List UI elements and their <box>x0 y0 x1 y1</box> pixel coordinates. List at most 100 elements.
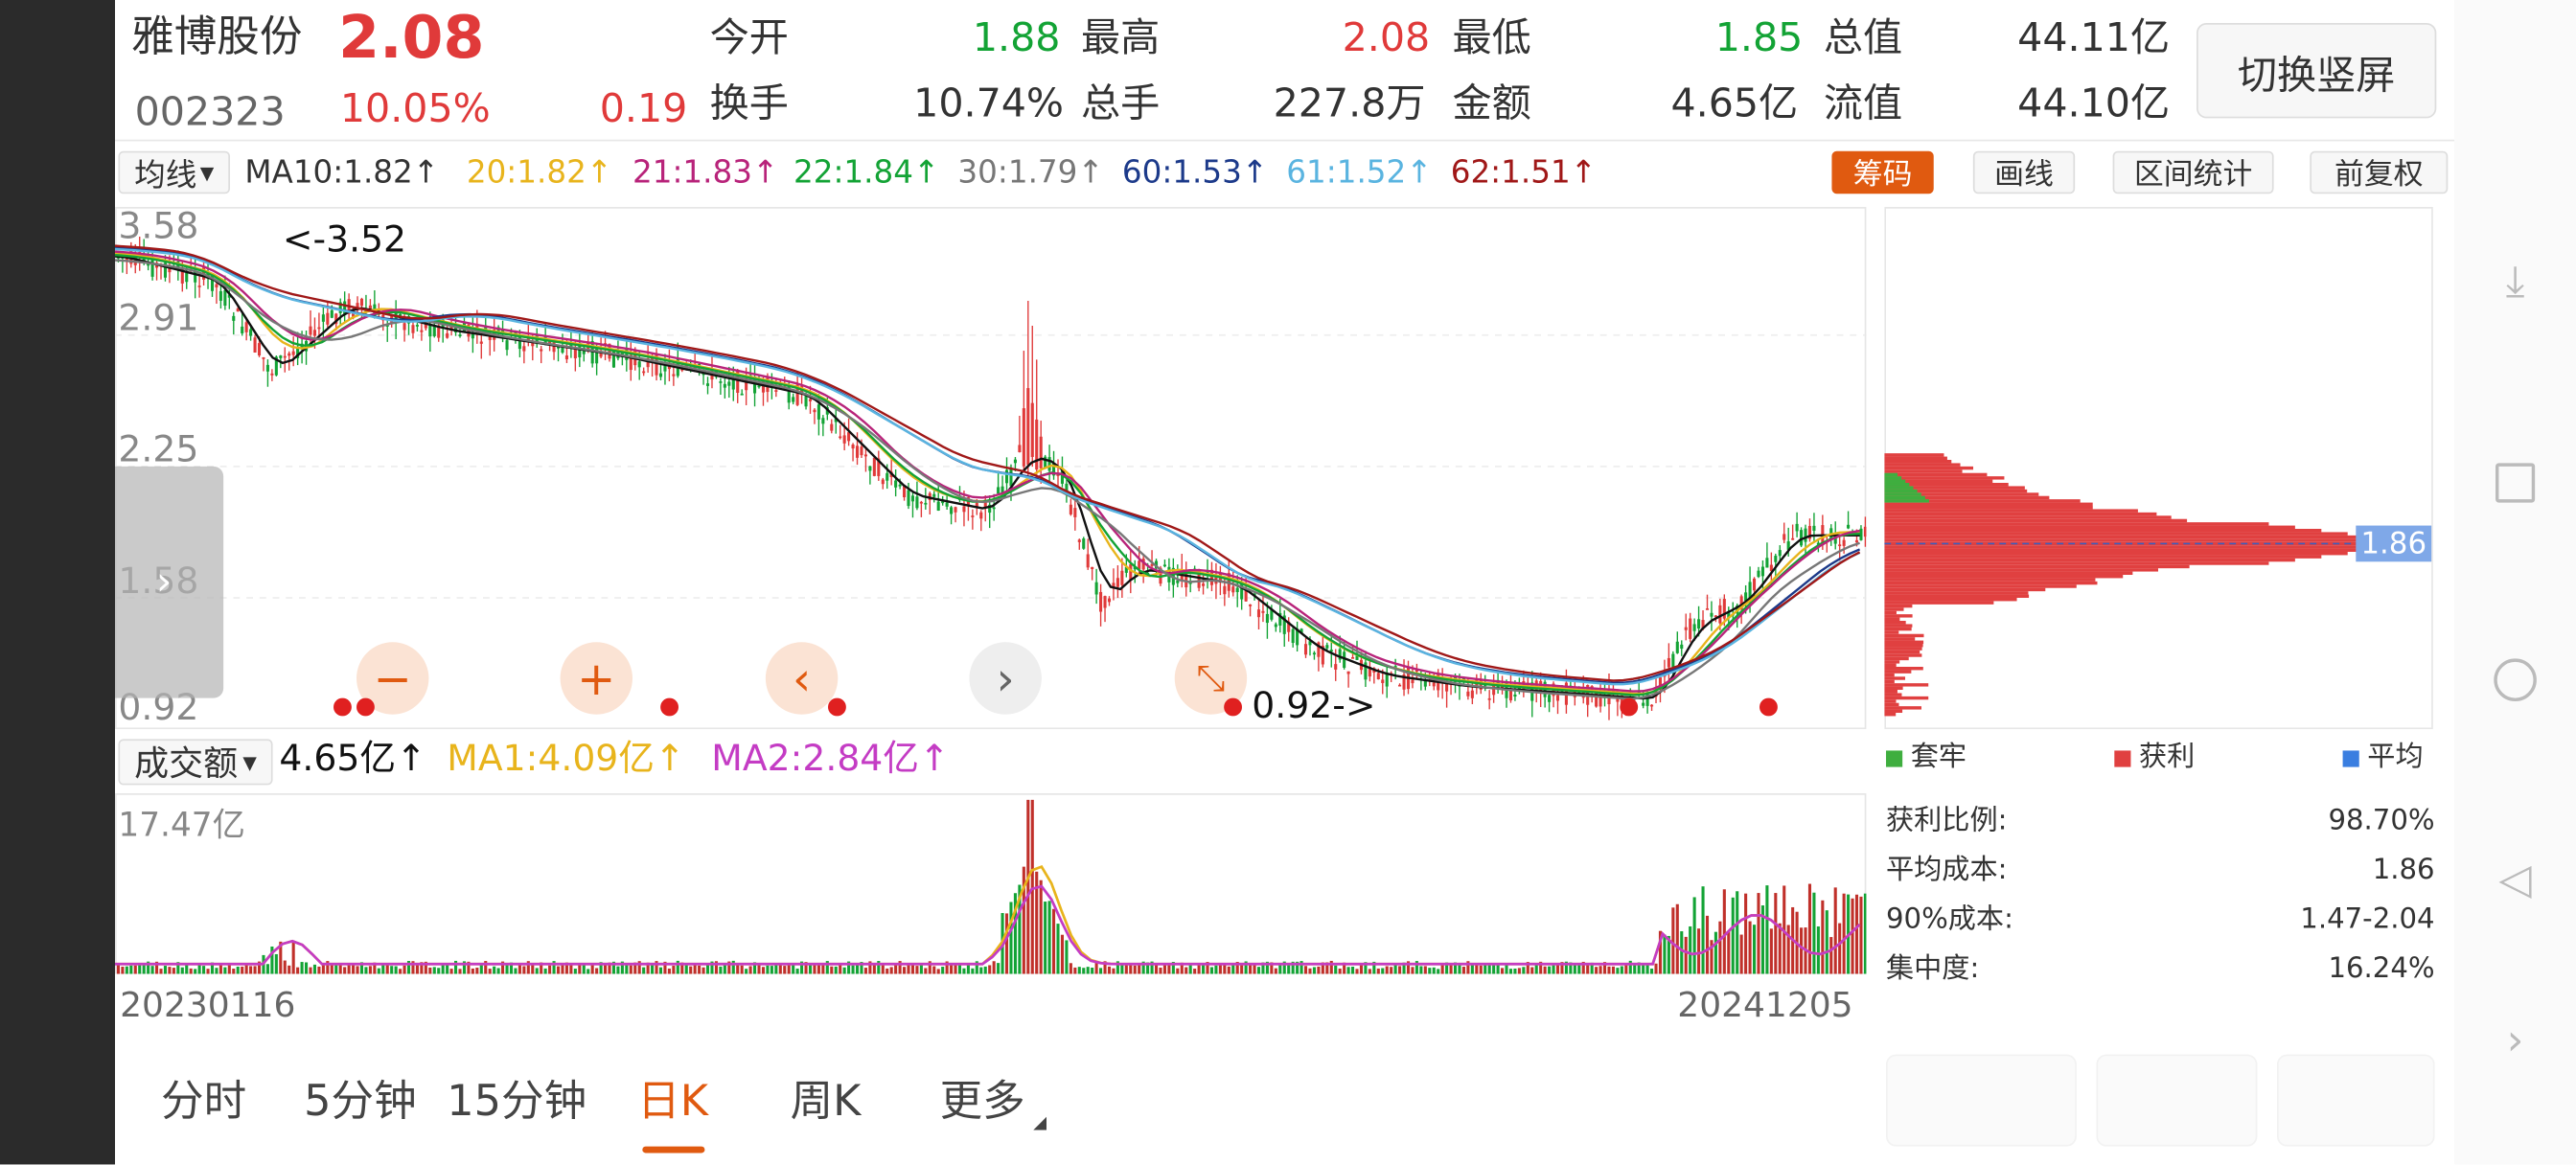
tab-5min[interactable]: 5分钟 <box>304 1078 417 1127</box>
left-edge-bar <box>0 0 116 1165</box>
chevron-down-icon: ▼ <box>242 751 257 773</box>
tab-weekly-k[interactable]: 周K <box>791 1078 862 1127</box>
ma-legend-item: 20:1.82↑ <box>466 154 613 191</box>
chip-placeholder-box <box>1886 1054 2077 1147</box>
divider <box>115 139 2455 142</box>
price-axis-label: 2.25 <box>118 430 199 472</box>
chevron-left-icon: ‹ <box>792 651 812 706</box>
square-icon[interactable] <box>2491 458 2540 507</box>
download-icon[interactable]: ⤓ <box>2491 257 2540 307</box>
low-price-marker: 0.92-> <box>1252 686 1376 728</box>
turnover-label: 换手 <box>709 80 789 127</box>
ma-legend-item: 21:1.83↑ <box>632 154 779 191</box>
chip-distribution-chart <box>1884 207 2433 730</box>
tab-intraday[interactable]: 分时 <box>161 1078 246 1127</box>
high-price-marker: <-3.52 <box>282 219 407 262</box>
chip-stat-row: 平均成本: 1.86 <box>1886 854 2435 886</box>
amount-label: 金额 <box>1452 80 1531 127</box>
stock-code: 002323 <box>134 88 286 135</box>
active-tab-indicator <box>642 1146 705 1154</box>
volume-axis-max: 17.47亿 <box>118 805 245 845</box>
date-end: 20241205 <box>1677 985 1853 1025</box>
change-percent: 10.05% <box>339 85 491 132</box>
average-legend-label: 平均 <box>2367 741 2424 774</box>
price-axis-label: 3.58 <box>118 207 199 248</box>
event-dot[interactable] <box>1224 697 1243 717</box>
price-axis-label: 2.91 <box>118 299 199 340</box>
chip-placeholder-box <box>2277 1054 2435 1147</box>
volume-chart[interactable] <box>115 793 1867 974</box>
chip-stat-value: 1.86 <box>2372 854 2435 887</box>
open-label: 今开 <box>709 14 789 61</box>
volume-label: 总手 <box>1081 80 1161 127</box>
average-legend-swatch <box>2342 750 2359 767</box>
adjust-button[interactable]: 前复权 <box>2310 150 2449 194</box>
event-dot[interactable] <box>828 697 846 717</box>
mktcap-value: 44.11亿 <box>2017 14 2171 61</box>
chip-placeholder-box <box>2096 1054 2258 1147</box>
tab-15min[interactable]: 15分钟 <box>447 1078 586 1127</box>
ma-legend-item: 62:1.51↑ <box>1450 154 1597 191</box>
scroll-right-button[interactable]: › <box>969 642 1042 715</box>
chip-stat-row: 获利比例: 98.70% <box>1886 805 2435 837</box>
chip-stat-row: 集中度: 16.24% <box>1886 952 2435 985</box>
stock-name: 雅博股份 <box>131 12 303 63</box>
volume-ma2: MA2:2.84亿↑ <box>711 739 950 781</box>
event-dot[interactable] <box>356 697 375 717</box>
minus-icon: − <box>373 651 412 706</box>
back-triangle-icon[interactable]: ◁ <box>2491 856 2540 904</box>
ma-selector-label: 均线 <box>134 156 197 194</box>
expand-panel-tab[interactable]: › <box>115 466 224 698</box>
volume-value: 227.8万 <box>1273 80 1426 127</box>
volume-selector[interactable]: 成交额 ▼ <box>118 739 273 786</box>
high-label: 最高 <box>1081 14 1161 61</box>
ma-legend-item: 22:1.84↑ <box>794 154 940 191</box>
chevron-right-icon[interactable]: › <box>2491 1017 2540 1065</box>
chevron-right-icon: › <box>996 651 1015 706</box>
mktcap-label: 总值 <box>1823 14 1903 61</box>
chip-stat-value: 98.70% <box>2328 805 2435 838</box>
stock-price: 2.08 <box>338 5 485 73</box>
trapped-legend-label: 套牢 <box>1910 741 1967 774</box>
zoom-in-button[interactable]: + <box>560 642 633 715</box>
turnover-value: 10.74% <box>913 80 1065 127</box>
event-dot[interactable] <box>1620 697 1639 717</box>
volume-ma1: MA1:4.09亿↑ <box>447 739 685 781</box>
chip-stat-label: 90%成本: <box>1886 902 2013 937</box>
amount-value: 4.65亿 <box>1670 80 1799 127</box>
plus-icon: + <box>577 651 616 706</box>
chevron-down-icon: ▼ <box>199 161 215 184</box>
chip-price-label: 1.86 <box>2356 525 2432 562</box>
ma-selector[interactable]: 均线 ▼ <box>118 150 231 194</box>
more-corner-icon <box>1033 1116 1047 1131</box>
profit-legend-swatch <box>2114 750 2131 767</box>
chips-button[interactable]: 筹码 <box>1831 150 1934 194</box>
system-nav-bar <box>2454 0 2576 1165</box>
date-start: 20230116 <box>120 985 296 1025</box>
volume-selector-label: 成交额 <box>134 743 239 784</box>
low-value: 1.85 <box>1714 14 1804 61</box>
circle-icon[interactable] <box>2491 655 2540 704</box>
float-value: 44.10亿 <box>2017 80 2171 127</box>
trapped-legend-swatch <box>1886 750 1903 767</box>
toggle-portrait-button[interactable]: 切换竖屏 <box>2196 23 2437 119</box>
event-dot[interactable] <box>334 697 352 717</box>
range-stats-button[interactable]: 区间统计 <box>2112 150 2274 194</box>
ma-legend-item: 60:1.53↑ <box>1121 154 1269 191</box>
turnover-amount-value: 4.65亿↑ <box>279 739 426 781</box>
event-dot[interactable] <box>1760 697 1778 717</box>
ma-legend-item: 30:1.79↑ <box>957 154 1104 191</box>
draw-line-button[interactable]: 画线 <box>1972 150 2076 194</box>
chip-stat-value: 1.47-2.04 <box>2300 902 2435 937</box>
tab-daily-k[interactable]: 日K <box>637 1078 708 1127</box>
profit-legend-label: 获利 <box>2139 741 2196 774</box>
tab-more[interactable]: 更多 <box>940 1078 1025 1127</box>
chip-stat-row: 90%成本: 1.47-2.04 <box>1886 903 2435 936</box>
low-label: 最低 <box>1452 14 1531 61</box>
float-label: 流值 <box>1823 80 1903 127</box>
high-value: 2.08 <box>1342 14 1431 61</box>
chip-stat-label: 平均成本: <box>1886 854 2008 887</box>
event-dot[interactable] <box>660 697 679 717</box>
scroll-left-button[interactable]: ‹ <box>765 642 839 715</box>
collapse-arrows-icon: ⤡ <box>1196 657 1226 699</box>
